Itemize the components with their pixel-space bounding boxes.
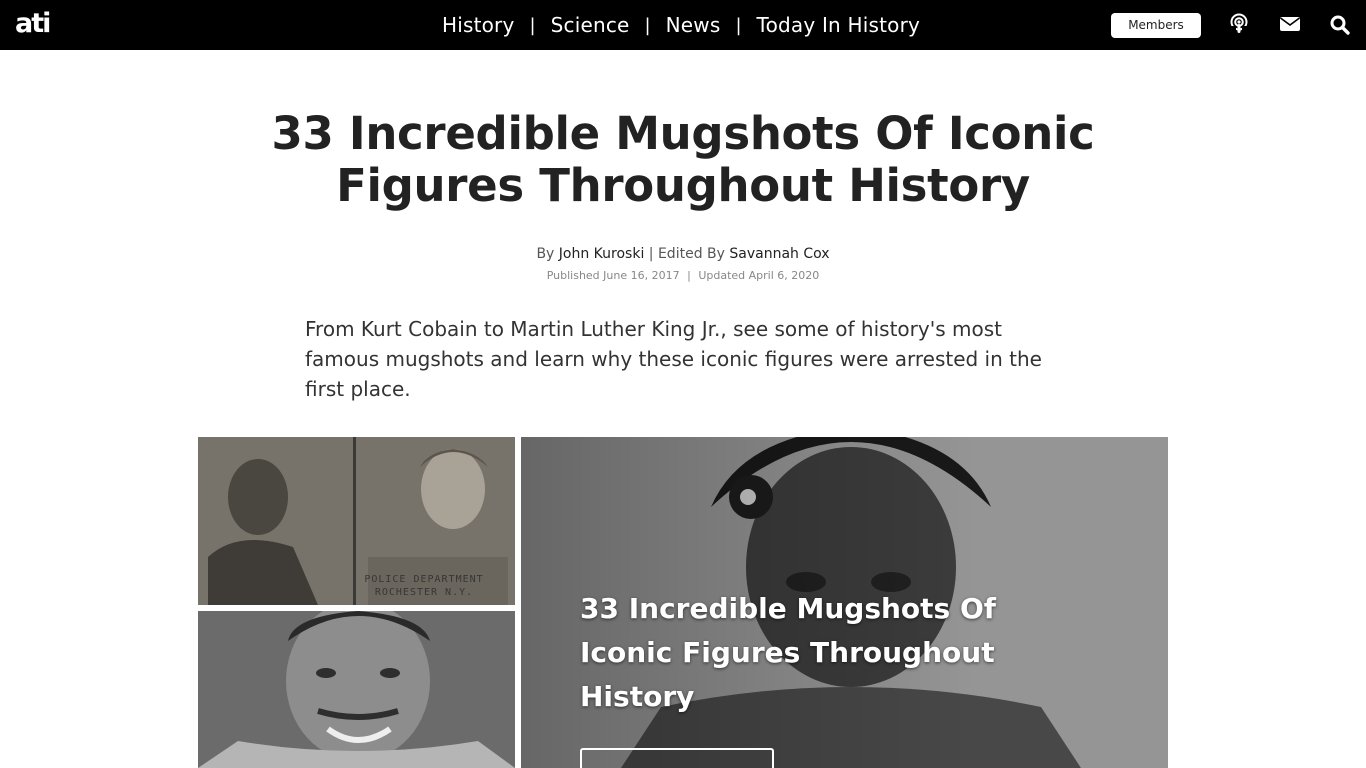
podcast-icon[interactable] <box>1228 13 1250 35</box>
mugshot-illustration <box>198 611 515 768</box>
mugshot-image-escobar[interactable] <box>198 611 515 768</box>
nav-separator: | <box>735 14 742 36</box>
date-separator: | <box>687 269 691 282</box>
edited-by-prefix: | Edited By <box>648 246 725 262</box>
top-navigation-bar: ati History | Science | News | Today In … <box>0 0 1366 50</box>
article-title: 33 Incredible Mugshots Of Iconic Figures… <box>271 107 1095 212</box>
updated-date: Updated April 6, 2020 <box>698 269 820 282</box>
byline-prefix: By <box>536 246 555 262</box>
article-dek: From Kurt Cobain to Martin Luther King J… <box>305 317 1042 401</box>
search-icon[interactable] <box>1329 14 1351 36</box>
hero-image-rosa-parks[interactable]: 33 Incredible Mugshots Of Iconic Figures… <box>521 437 1168 768</box>
hero-read-button[interactable] <box>580 748 774 768</box>
site-logo[interactable]: ati <box>15 7 51 41</box>
nav-item-news[interactable]: News <box>666 13 721 37</box>
editor-link[interactable]: Savannah Cox <box>729 246 829 262</box>
article-byline: By John Kuroski | Edited By Savannah Cox <box>383 244 983 264</box>
hero-title: 33 Incredible Mugshots Of Iconic Figures… <box>580 592 996 713</box>
article-dates: Published June 16, 2017 | Updated April … <box>383 268 983 284</box>
mugshot-placard: POLICE DEPARTMENT ROCHESTER N.Y. <box>364 573 484 599</box>
nav-item-history[interactable]: History <box>442 13 515 37</box>
mugshot-image-bowie[interactable]: POLICE DEPARTMENT ROCHESTER N.Y. <box>198 437 515 605</box>
members-button[interactable]: Members <box>1111 13 1201 38</box>
author-link[interactable]: John Kuroski <box>559 246 645 262</box>
nav-item-today-in-history[interactable]: Today In History <box>757 13 920 37</box>
placard-line-2: ROCHESTER N.Y. <box>374 587 474 598</box>
envelope-icon[interactable] <box>1279 14 1301 36</box>
nav-separator: | <box>644 14 651 36</box>
placard-line-1: POLICE DEPARTMENT <box>364 574 484 585</box>
published-date: Published June 16, 2017 <box>546 269 680 282</box>
nav-item-science[interactable]: Science <box>551 13 630 37</box>
nav-separator: | <box>529 14 536 36</box>
